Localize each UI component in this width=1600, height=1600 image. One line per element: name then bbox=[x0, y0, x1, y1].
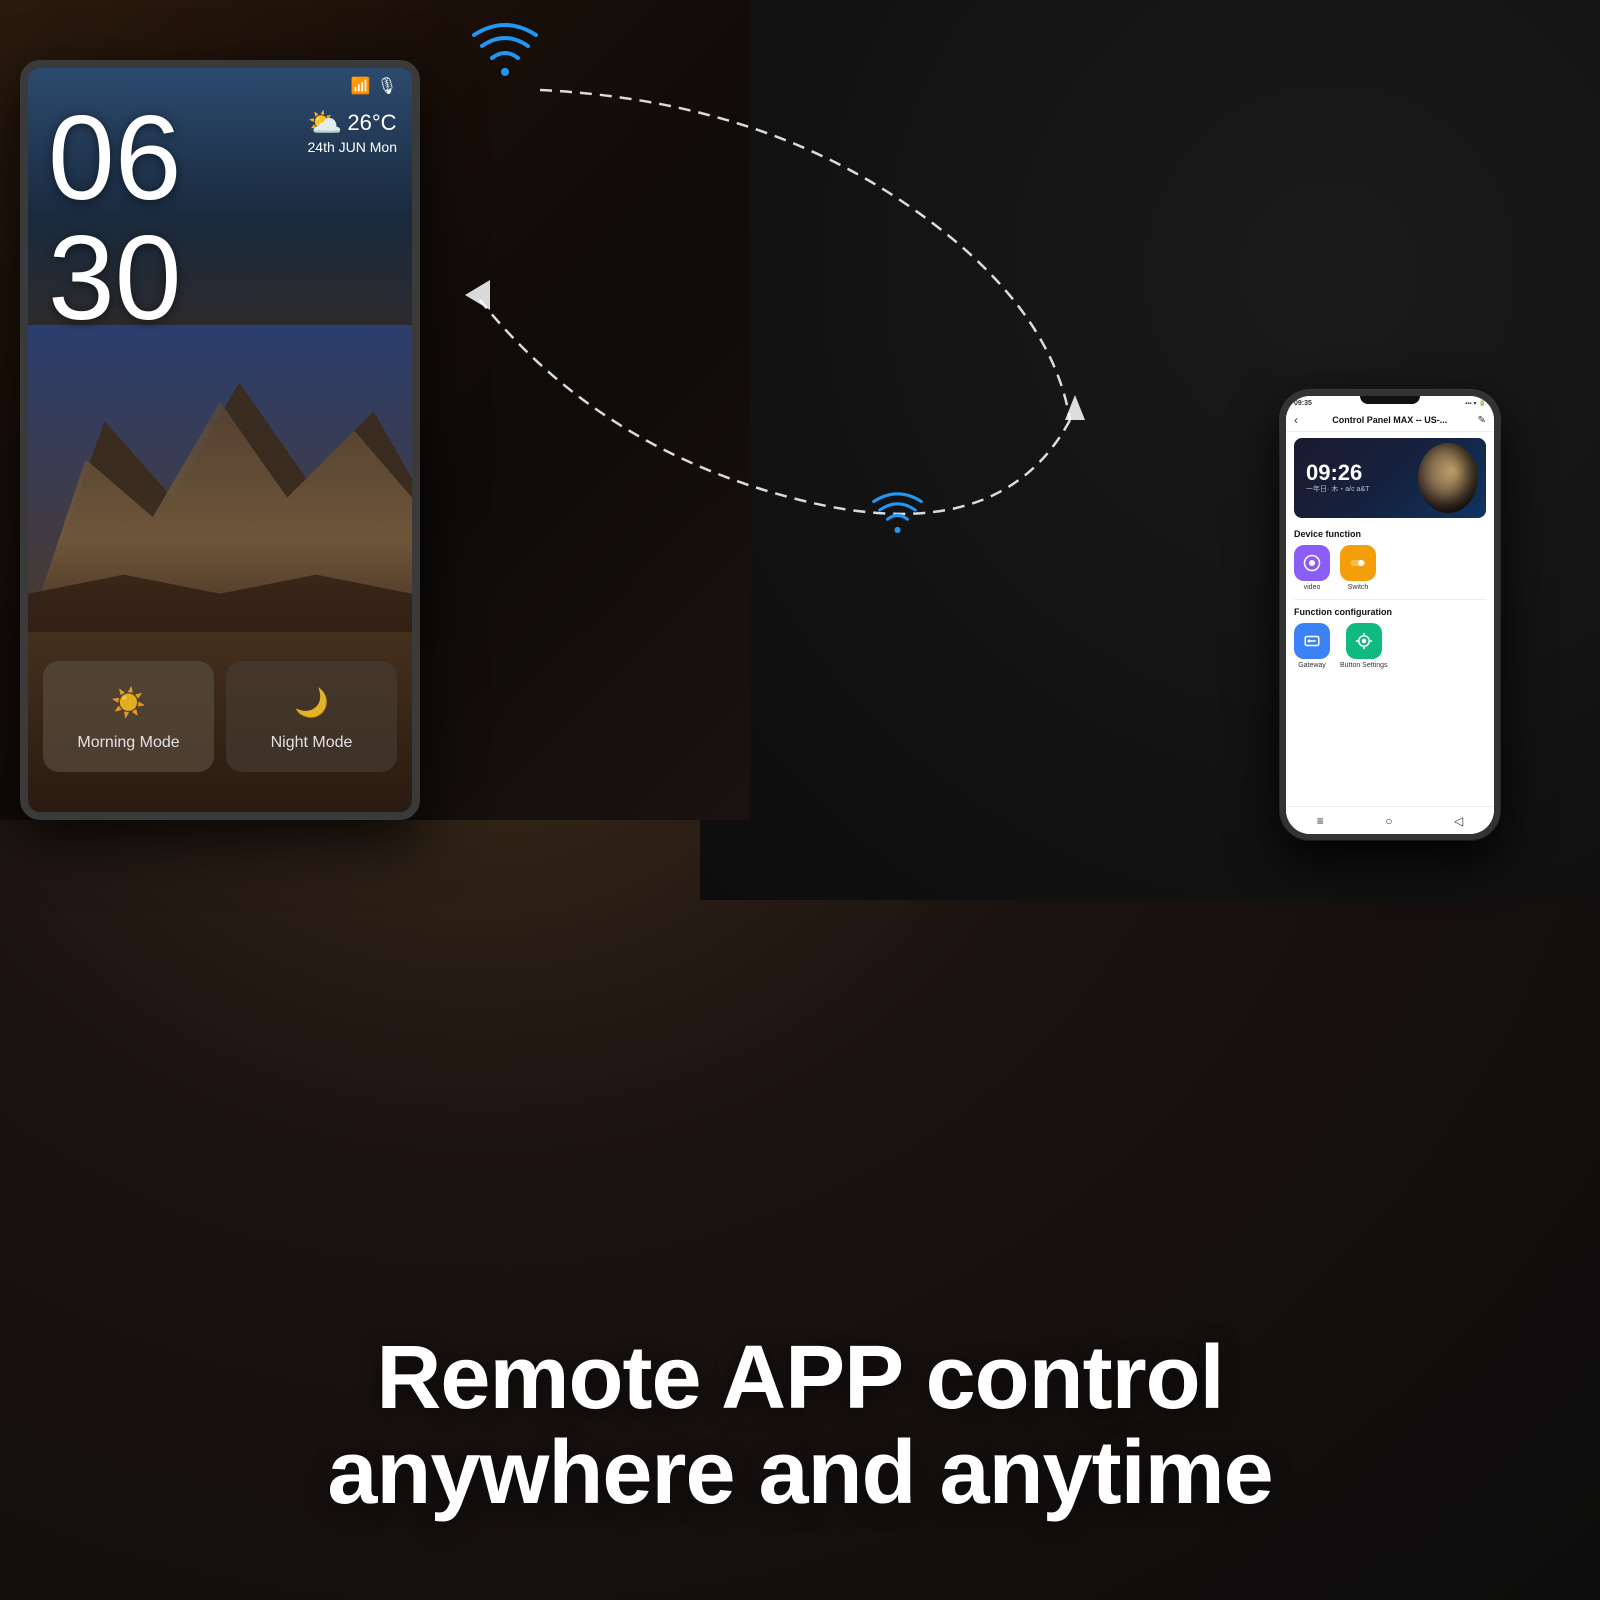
tablet-weather: ⛅ 26°C 24th JUN Mon bbox=[308, 106, 397, 155]
wifi-blue-icon-phone bbox=[870, 490, 925, 540]
wifi-signal-top bbox=[470, 20, 540, 90]
phone-wifi-status-icon: ▾ bbox=[1474, 400, 1477, 407]
func-video-label: video bbox=[1304, 584, 1321, 591]
phone-status-icons: ▪▪▪ ▾ 🔋 bbox=[1465, 400, 1486, 407]
device-function-title: Device function bbox=[1286, 524, 1494, 542]
morning-mode-icon: ☀️ bbox=[111, 686, 146, 719]
func-gateway-label: Gateway bbox=[1298, 662, 1326, 669]
phone-frame: 09:35 ▪▪▪ ▾ 🔋 ‹ Control Panel MAX -- US-… bbox=[1280, 390, 1500, 840]
phone-banner-time: 09:26 一年日· 木・a/c a&T bbox=[1306, 462, 1369, 494]
tablet-wifi-icon: 📶 bbox=[351, 76, 371, 96]
tablet-time-display: 06 30 bbox=[48, 98, 181, 338]
tablet-screen: 📶 🎙 06 30 ⛅ 26°C 24th JUN Mon ☀ bbox=[28, 68, 412, 812]
func-switch-label: Switch bbox=[1348, 584, 1369, 591]
phone-device: 09:35 ▪▪▪ ▾ 🔋 ‹ Control Panel MAX -- US-… bbox=[1280, 390, 1500, 840]
weather-icon-area: ⛅ 26°C bbox=[308, 106, 397, 139]
night-mode-label: Night Mode bbox=[271, 734, 353, 752]
phone-status-time: 09:35 bbox=[1294, 400, 1312, 407]
weather-temperature: 26°C bbox=[347, 110, 396, 136]
night-mode-button[interactable]: 🌙 Night Mode bbox=[226, 661, 397, 772]
phone-divider bbox=[1294, 599, 1486, 600]
tablet-frame: 📶 🎙 06 30 ⛅ 26°C 24th JUN Mon ☀ bbox=[20, 60, 420, 820]
phone-banner-clock: 09:26 bbox=[1306, 462, 1369, 484]
wifi-blue-icon-top bbox=[470, 20, 540, 85]
phone-edit-button[interactable]: ✎ bbox=[1478, 415, 1486, 426]
func-video-item[interactable]: video bbox=[1294, 545, 1330, 591]
phone-bottom-nav: ≡ ○ ◁ bbox=[1286, 806, 1494, 834]
phone-signal-icon: ▪▪▪ bbox=[1465, 401, 1471, 407]
phone-banner-moon-image bbox=[1418, 443, 1478, 513]
tablet-device: 📶 🎙 06 30 ⛅ 26°C 24th JUN Mon ☀ bbox=[20, 60, 420, 820]
phone-banner-date: 一年日· 木・a/c a&T bbox=[1306, 484, 1369, 494]
phone-notch bbox=[1360, 396, 1420, 404]
tablet-mic-icon: 🎙 bbox=[377, 76, 397, 96]
func-button-settings-item[interactable]: Button Settings bbox=[1340, 623, 1387, 669]
morning-mode-button[interactable]: ☀️ Morning Mode bbox=[43, 661, 214, 772]
tablet-status-icons: 📶 🎙 bbox=[351, 76, 397, 96]
func-button-settings-label: Button Settings bbox=[1340, 662, 1387, 669]
nav-back-button[interactable]: ◁ bbox=[1454, 814, 1463, 828]
phone-header: ‹ Control Panel MAX -- US-... ✎ bbox=[1286, 409, 1494, 432]
mountain-background bbox=[28, 325, 412, 632]
function-config-title: Function configuration bbox=[1286, 602, 1494, 620]
func-gateway-icon bbox=[1294, 623, 1330, 659]
nav-menu-button[interactable]: ≡ bbox=[1317, 814, 1324, 828]
func-gateway-item[interactable]: Gateway bbox=[1294, 623, 1330, 669]
weather-cloud-icon: ⛅ bbox=[308, 106, 343, 139]
func-switch-icon bbox=[1340, 545, 1376, 581]
morning-mode-label: Morning Mode bbox=[77, 734, 179, 752]
headline-line2: anywhere and anytime bbox=[0, 1426, 1600, 1521]
tablet-hour: 06 bbox=[48, 98, 181, 218]
mode-buttons-container: ☀️ Morning Mode 🌙 Night Mode bbox=[43, 661, 397, 772]
phone-banner: 09:26 一年日· 木・a/c a&T bbox=[1294, 438, 1486, 518]
func-video-icon bbox=[1294, 545, 1330, 581]
wifi-signal-phone bbox=[870, 490, 925, 545]
weather-date: 24th JUN Mon bbox=[308, 139, 397, 155]
nav-home-button[interactable]: ○ bbox=[1385, 814, 1392, 828]
device-function-grid: video Switch bbox=[1286, 542, 1494, 597]
night-mode-icon: 🌙 bbox=[294, 686, 329, 719]
bottom-headline: Remote APP control anywhere and anytime bbox=[0, 1331, 1600, 1520]
function-config-grid: Gateway Button Settings bbox=[1286, 620, 1494, 675]
func-switch-item[interactable]: Switch bbox=[1340, 545, 1376, 591]
tablet-minute: 30 bbox=[48, 218, 181, 338]
phone-back-button[interactable]: ‹ bbox=[1294, 413, 1298, 427]
phone-screen: 09:35 ▪▪▪ ▾ 🔋 ‹ Control Panel MAX -- US-… bbox=[1286, 396, 1494, 834]
phone-battery-icon: 🔋 bbox=[1479, 400, 1486, 407]
phone-page-title: Control Panel MAX -- US-... bbox=[1302, 415, 1478, 425]
func-button-settings-icon bbox=[1346, 623, 1382, 659]
headline-line1: Remote APP control bbox=[0, 1331, 1600, 1426]
